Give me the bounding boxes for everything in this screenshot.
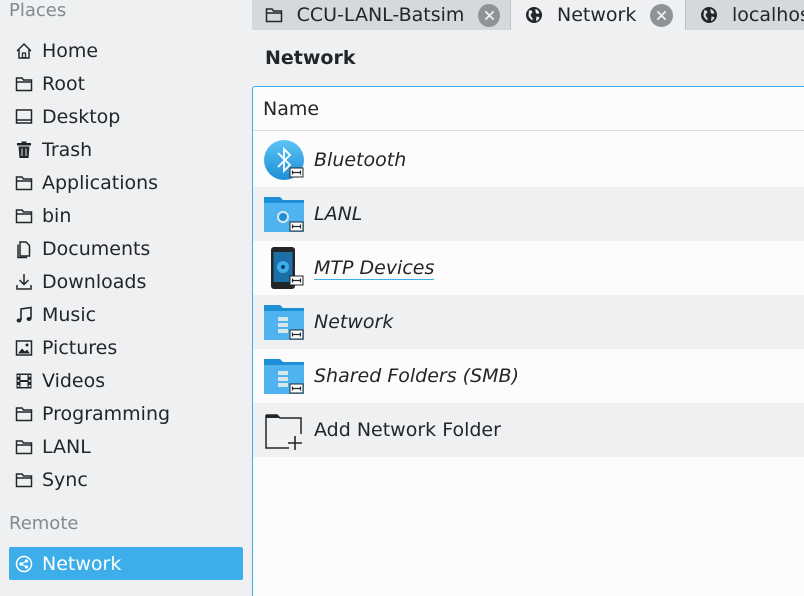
column-header-label: Name [263, 97, 320, 120]
sidebar-item-trash[interactable]: Trash [9, 133, 243, 166]
home-icon [13, 40, 35, 62]
sidebar-item-label: Trash [42, 138, 93, 161]
list-item[interactable]: Shared Folders (SMB) [253, 349, 804, 403]
sidebar-item-documents[interactable]: Documents [9, 232, 243, 265]
folder-icon [13, 205, 35, 227]
bluetooth-icon [263, 137, 307, 183]
sidebar-item-network[interactable]: Network [9, 547, 243, 580]
sidebar-item-label: Programming [42, 402, 171, 425]
tab-localhost[interactable]: localhost [686, 0, 804, 30]
network-folder-icon [263, 299, 307, 345]
videos-icon [13, 370, 35, 392]
close-icon[interactable] [650, 3, 674, 27]
sidebar-item-desktop[interactable]: Desktop [9, 100, 243, 133]
places-section-title: Places [9, 0, 67, 21]
smb-folder-icon [263, 353, 307, 399]
tab-label: localhost [732, 4, 804, 26]
tab-network[interactable]: Network [511, 0, 686, 30]
folder-icon [13, 172, 35, 194]
mtp-device-icon [263, 245, 307, 291]
list-item[interactable]: Bluetooth [253, 133, 804, 187]
folder-icon [13, 73, 35, 95]
sidebar-item-label: Music [42, 303, 97, 326]
add-folder-icon [263, 407, 307, 453]
network-icon [13, 553, 35, 575]
sidebar-item-label: Downloads [42, 270, 147, 293]
list-item[interactable]: LANL [253, 187, 804, 241]
item-label: Shared Folders (SMB) [314, 365, 519, 387]
sidebar-item-label: Sync [42, 468, 88, 491]
folder-icon [13, 469, 35, 491]
folder-icon [13, 436, 35, 458]
places-panel: Places Home Root Desktop Trash Applicati… [0, 0, 252, 596]
sidebar-item-label: Network [42, 552, 122, 575]
sidebar-item-music[interactable]: Music [9, 298, 243, 331]
sidebar-item-programming[interactable]: Programming [9, 397, 243, 430]
sidebar-item-label: Videos [42, 369, 106, 392]
sidebar-item-label: Root [42, 72, 86, 95]
trash-icon [13, 139, 35, 161]
item-label: Bluetooth [314, 149, 407, 171]
sidebar-item-lanl[interactable]: LANL [9, 430, 243, 463]
downloads-icon [13, 271, 35, 293]
sidebar-item-applications[interactable]: Applications [9, 166, 243, 199]
item-label: MTP Devices [314, 256, 435, 280]
globe-icon [523, 4, 545, 26]
list-item[interactable]: Add Network Folder [253, 403, 804, 457]
sidebar-item-home[interactable]: Home [9, 34, 243, 67]
sidebar-item-label: Desktop [42, 105, 121, 128]
tab-ccu-lanl-batsim[interactable]: CCU-LANL-Batsim [252, 0, 511, 30]
folder-icon [13, 403, 35, 425]
desktop-icon [13, 106, 35, 128]
close-icon[interactable] [478, 3, 500, 27]
tab-label: Network [557, 4, 637, 26]
sidebar-item-label: Documents [42, 237, 151, 260]
sidebar-item-sync[interactable]: Sync [9, 463, 243, 496]
tab-label: CCU-LANL-Batsim [296, 4, 465, 26]
page-title: Network [265, 47, 356, 69]
sidebar-item-pictures[interactable]: Pictures [9, 331, 243, 364]
music-icon [13, 304, 35, 326]
file-view[interactable]: Name Bluetooth LANL MTP Devices Network … [252, 86, 804, 596]
sidebar-item-label: Pictures [42, 336, 118, 359]
sidebar-item-label: Applications [42, 171, 159, 194]
sidebar-item-label: bin [42, 204, 72, 227]
documents-icon [13, 238, 35, 260]
sidebar-item-root[interactable]: Root [9, 67, 243, 100]
sidebar-item-label: Home [42, 39, 99, 62]
remote-section-title: Remote [9, 513, 79, 534]
sidebar-item-videos[interactable]: Videos [9, 364, 243, 397]
sidebar-item-label: LANL [42, 435, 91, 458]
sidebar-item-bin[interactable]: bin [9, 199, 243, 232]
tab-bar: CCU-LANL-Batsim Network localhost [252, 0, 804, 30]
list-item[interactable]: MTP Devices [253, 241, 804, 295]
item-label: Add Network Folder [314, 419, 501, 441]
column-header-name[interactable]: Name [253, 87, 804, 131]
folder-icon [264, 4, 285, 26]
pictures-icon [13, 337, 35, 359]
item-label: Network [314, 311, 394, 333]
globe-icon [698, 4, 720, 26]
network-folder-icon [263, 191, 307, 237]
sidebar-item-downloads[interactable]: Downloads [9, 265, 243, 298]
list-item[interactable]: Network [253, 295, 804, 349]
item-label: LANL [314, 203, 363, 225]
